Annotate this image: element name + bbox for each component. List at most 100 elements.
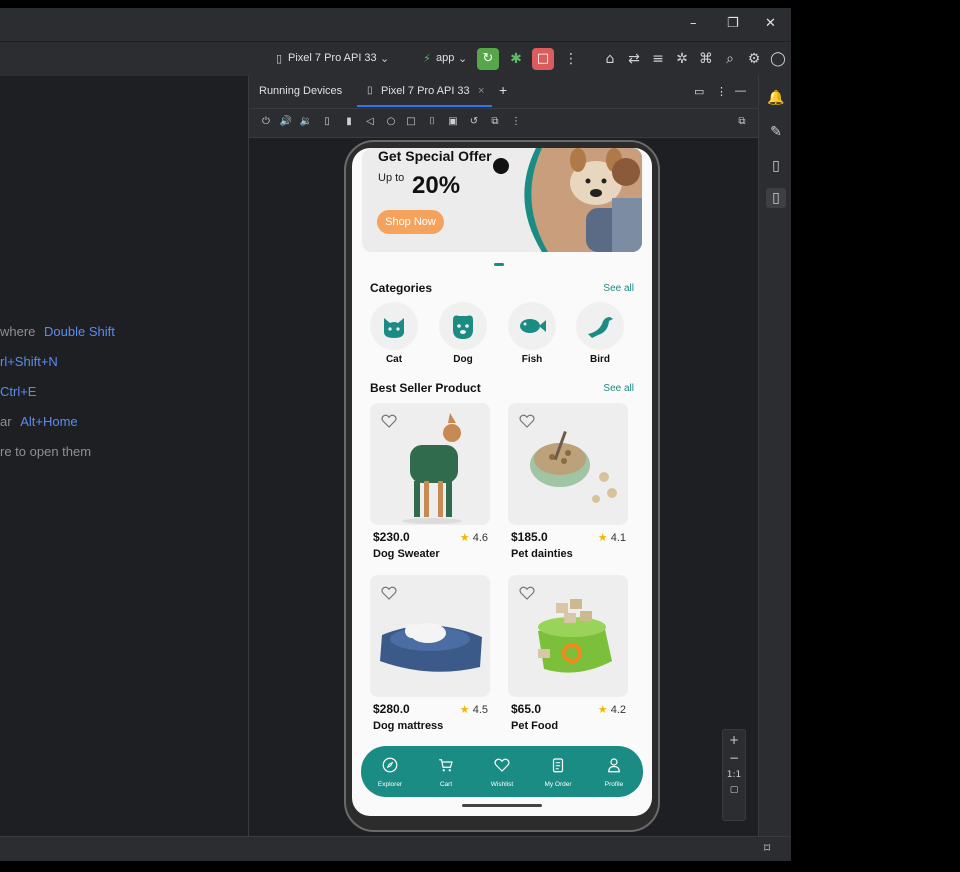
nav-label: Cart bbox=[439, 781, 453, 788]
heart-icon[interactable] bbox=[380, 412, 398, 430]
categories-see-all-link[interactable]: See all bbox=[603, 283, 634, 294]
power-icon[interactable]: ⏻ bbox=[259, 115, 273, 129]
star-icon: ★ bbox=[597, 704, 608, 716]
category-bird[interactable]: Bird bbox=[575, 302, 625, 365]
gesture-home-bar[interactable] bbox=[462, 804, 542, 807]
star-icon: ★ bbox=[459, 532, 470, 544]
home-icon[interactable]: ○ bbox=[384, 115, 398, 129]
stop-button[interactable]: □ bbox=[532, 48, 554, 70]
status-window-icon[interactable]: ⌑ bbox=[764, 841, 770, 855]
device-settings-icon[interactable]: ⧉ bbox=[735, 115, 749, 129]
account-icon[interactable]: ◯ bbox=[769, 50, 787, 68]
product-name: Pet dainties bbox=[511, 548, 573, 560]
right-tool-bar: 🔔 ✎ ▯ ▯ bbox=[758, 76, 791, 836]
offer-title: Get Special Offer bbox=[378, 148, 492, 164]
mirror-icon[interactable]: ⧉ bbox=[488, 115, 502, 129]
notifications-icon[interactable]: 🔔 bbox=[766, 88, 786, 108]
more-options-icon[interactable]: ⋮ bbox=[562, 50, 580, 68]
nav-explorer[interactable]: Explorer bbox=[364, 756, 416, 788]
fish-icon bbox=[508, 302, 556, 350]
zoom-in-icon[interactable]: + bbox=[723, 733, 745, 747]
running-devices-icon[interactable]: ▯ bbox=[766, 188, 786, 208]
category-label: Dog bbox=[453, 354, 473, 365]
zoom-out-icon[interactable]: − bbox=[723, 751, 745, 765]
best-seller-see-all-link[interactable]: See all bbox=[603, 383, 634, 394]
camera-icon[interactable]: ⌷ bbox=[425, 115, 439, 129]
rotate-right-icon[interactable]: ▮ bbox=[342, 115, 356, 129]
device-icon: ▯ bbox=[367, 85, 373, 96]
screen-record-icon[interactable]: ▣ bbox=[446, 115, 460, 129]
product-name: Dog mattress bbox=[373, 720, 444, 732]
product-card-dog-sweater[interactable]: $230.0 ★ 4.6 Dog Sweater bbox=[370, 403, 492, 575]
minimize-button[interactable]: – bbox=[690, 16, 697, 31]
restore-button[interactable]: ❐ bbox=[727, 16, 739, 31]
bottom-navigation: Explorer Cart Wishlist My Order Profile bbox=[361, 746, 643, 797]
offer-percent: 20% bbox=[412, 172, 461, 199]
product-rating: ★ 4.6 bbox=[459, 532, 488, 544]
volume-up-icon[interactable]: 🔊 bbox=[279, 115, 293, 129]
close-tab-icon[interactable]: × bbox=[478, 85, 484, 97]
front-camera bbox=[493, 158, 509, 174]
overview-icon[interactable]: □ bbox=[404, 115, 418, 129]
category-dog[interactable]: Dog bbox=[438, 302, 488, 365]
translate-icon[interactable]: ⇄ bbox=[625, 50, 643, 68]
window-icon[interactable]: ▭ bbox=[694, 85, 704, 98]
product-card-dog-mattress[interactable]: $280.0 ★ 4.5 Dog mattress bbox=[370, 575, 492, 747]
cart-icon bbox=[439, 759, 453, 772]
hide-panel-icon[interactable]: — bbox=[735, 85, 746, 97]
category-cat[interactable]: Cat bbox=[369, 302, 419, 365]
device-icon: ▯ bbox=[275, 52, 283, 65]
gradle-icon[interactable]: ⌘ bbox=[697, 50, 715, 68]
hint-search-everywhere: where Double Shift bbox=[0, 324, 115, 339]
main-toolbar: ▯ Pixel 7 Pro API 33 ⌄ ⚡ app ⌄ ↻ ✱ □ ⋮ ⌂… bbox=[0, 41, 791, 77]
debug-icon[interactable]: ✱ bbox=[507, 50, 525, 68]
more-icon[interactable]: ⋮ bbox=[509, 115, 523, 129]
back-icon[interactable]: ◁ bbox=[363, 115, 377, 129]
tab-pixel-7-pro[interactable]: Pixel 7 Pro API 33 bbox=[381, 85, 470, 97]
clipboard-icon bbox=[552, 758, 564, 773]
zoom-controls: + − 1:1 ▢ bbox=[722, 729, 746, 821]
zoom-fit-icon[interactable]: ▢ bbox=[723, 785, 745, 795]
logcat-icon[interactable]: ≡ bbox=[649, 50, 667, 68]
chevron-down-icon[interactable]: ⌄ bbox=[380, 52, 389, 65]
heart-icon[interactable] bbox=[518, 584, 536, 602]
editor-empty-pane: where Double Shift rl+Shift+N Ctrl+E ar … bbox=[0, 76, 249, 836]
nav-wishlist[interactable]: Wishlist bbox=[476, 756, 528, 788]
product-card-pet-food[interactable]: $65.0 ★ 4.2 Pet Food bbox=[508, 575, 630, 747]
device-selector[interactable]: Pixel 7 Pro API 33 bbox=[288, 52, 377, 64]
volume-down-icon[interactable]: 🔉 bbox=[299, 115, 313, 129]
nav-profile[interactable]: Profile bbox=[588, 756, 640, 788]
compass-icon bbox=[382, 757, 398, 773]
bug-icon[interactable]: ✲ bbox=[673, 50, 691, 68]
rotate-left-icon[interactable]: ▯ bbox=[320, 115, 334, 129]
heart-icon[interactable] bbox=[518, 412, 536, 430]
product-price: $230.0 bbox=[373, 530, 410, 544]
close-button[interactable]: ✕ bbox=[765, 16, 776, 31]
heart-icon[interactable] bbox=[380, 584, 398, 602]
reset-icon[interactable]: ↺ bbox=[467, 115, 481, 129]
category-fish[interactable]: Fish bbox=[507, 302, 557, 365]
device-manager-icon[interactable]: ▯ bbox=[766, 156, 786, 176]
product-name: Pet Food bbox=[511, 720, 559, 732]
gemini-icon[interactable]: ✎ bbox=[766, 122, 786, 142]
heart-icon bbox=[494, 758, 510, 772]
dog-icon bbox=[439, 302, 487, 350]
nav-my-order[interactable]: My Order bbox=[532, 756, 584, 788]
hint-drop-files: re to open them bbox=[0, 444, 92, 459]
bird-icon bbox=[576, 302, 624, 350]
zoom-actual-size[interactable]: 1:1 bbox=[723, 770, 745, 780]
nav-label: Wishlist bbox=[490, 781, 514, 788]
gear-icon[interactable]: ⚙ bbox=[745, 50, 763, 68]
shop-now-button[interactable]: Shop Now bbox=[377, 210, 444, 234]
cat-icon bbox=[370, 302, 418, 350]
phone-screen[interactable]: Get Special Offer Up to 20% Shop Now Cat… bbox=[352, 148, 652, 816]
app-selector[interactable]: app bbox=[436, 52, 454, 64]
search-icon[interactable]: ⌕ bbox=[721, 50, 739, 68]
layout-inspector-icon[interactable]: ⌂ bbox=[601, 50, 619, 68]
product-card-pet-dainties[interactable]: $185.0 ★ 4.1 Pet dainties bbox=[508, 403, 630, 575]
add-tab-icon[interactable]: + bbox=[499, 82, 507, 98]
nav-cart[interactable]: Cart bbox=[420, 756, 472, 788]
panel-options-icon[interactable]: ⋮ bbox=[716, 85, 727, 98]
rerun-button[interactable]: ↻ bbox=[477, 48, 499, 70]
chevron-down-icon[interactable]: ⌄ bbox=[458, 52, 467, 65]
